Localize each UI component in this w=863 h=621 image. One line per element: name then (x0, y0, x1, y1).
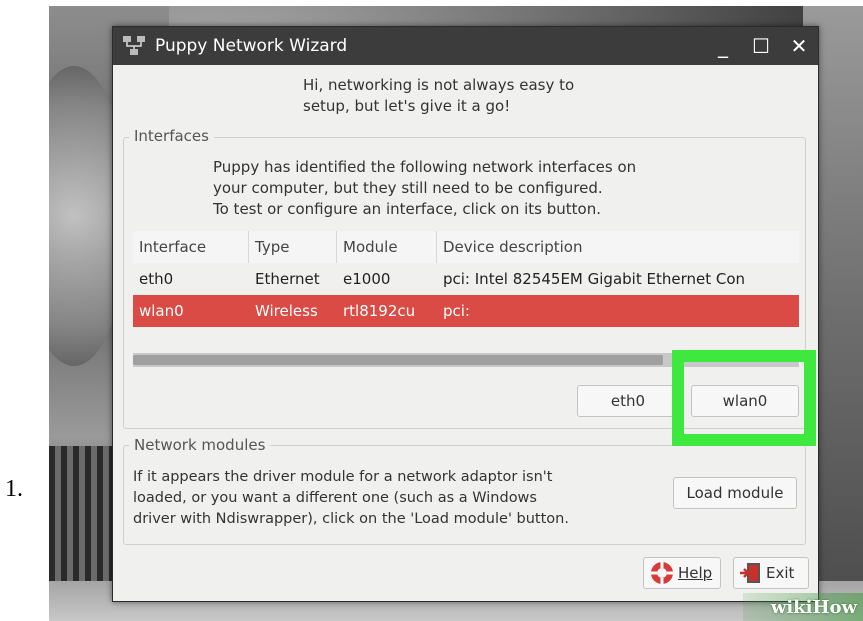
watermark-how: How (812, 596, 857, 618)
column-header-description[interactable]: Device description (437, 231, 799, 263)
wikihow-watermark: wiki How (743, 593, 863, 621)
network-modules-group-label: Network modules (129, 436, 271, 454)
interfaces-desc-line-3: To test or configure an interface, click… (213, 200, 602, 218)
intro-text: Hi, networking is not always easy to set… (303, 75, 574, 117)
cell-type: Wireless (255, 302, 318, 320)
modules-desc-line-3: driver with Ndiswrapper), click on the '… (133, 511, 569, 527)
maximize-button[interactable]: ☐ (742, 34, 780, 58)
cell-description: pci: Intel 82545EM Gigabit Ethernet Con (443, 270, 746, 288)
interfaces-table: Interface Type Module Device description… (133, 231, 799, 327)
load-module-button[interactable]: Load module (673, 477, 797, 509)
window-title: Puppy Network Wizard (155, 36, 348, 56)
modules-desc-line-1: If it appears the driver module for a ne… (133, 469, 553, 485)
network-icon (121, 33, 147, 59)
interfaces-group-label: Interfaces (129, 127, 214, 145)
exit-door-icon (738, 560, 764, 586)
scrollbar-thumb[interactable] (133, 355, 663, 365)
intro-line-1: Hi, networking is not always easy to (303, 76, 575, 94)
cell-interface: eth0 (139, 270, 174, 288)
highlight-box (672, 350, 816, 446)
watermark-wiki: wiki (770, 596, 813, 618)
list-number: 1. (5, 476, 23, 502)
column-header-module[interactable]: Module (337, 231, 437, 263)
table-row-eth0[interactable]: eth0 Ethernet e1000 pci: Intel 82545EM G… (133, 263, 799, 295)
help-label: Help (678, 564, 713, 582)
titlebar: Puppy Network Wizard _ ☐ ✕ (113, 27, 818, 65)
intro-line-2: setup, but let's give it a go! (303, 97, 511, 115)
interfaces-desc-line-1: Puppy has identified the following netwo… (213, 158, 637, 176)
cell-module: e1000 (343, 270, 391, 288)
modules-description: If it appears the driver module for a ne… (133, 467, 569, 530)
modules-desc-line-2: loaded, or you want a different one (suc… (133, 490, 537, 506)
help-button[interactable]: Help (643, 557, 721, 589)
cell-module: rtl8192cu (343, 302, 416, 320)
network-wizard-window: Puppy Network Wizard _ ☐ ✕ Hi, networkin… (112, 26, 819, 602)
close-button[interactable]: ✕ (780, 34, 818, 58)
column-header-interface[interactable]: Interface (133, 231, 249, 263)
interfaces-desc-line-2: your computer, but they still need to be… (213, 179, 603, 197)
minimize-button[interactable]: _ (704, 34, 742, 58)
column-header-type[interactable]: Type (249, 231, 337, 263)
table-row-wlan0[interactable]: wlan0 Wireless rtl8192cu pci: (133, 295, 799, 327)
interfaces-description: Puppy has identified the following netwo… (213, 157, 636, 220)
eth0-button[interactable]: eth0 (577, 385, 679, 417)
exit-button[interactable]: Exit (733, 557, 809, 589)
table-header: Interface Type Module Device description (133, 231, 799, 263)
cell-interface: wlan0 (139, 302, 184, 320)
cell-description: pci: (443, 302, 470, 320)
cell-type: Ethernet (255, 270, 320, 288)
lifebuoy-icon (648, 560, 676, 586)
exit-label: Exit (766, 564, 795, 582)
